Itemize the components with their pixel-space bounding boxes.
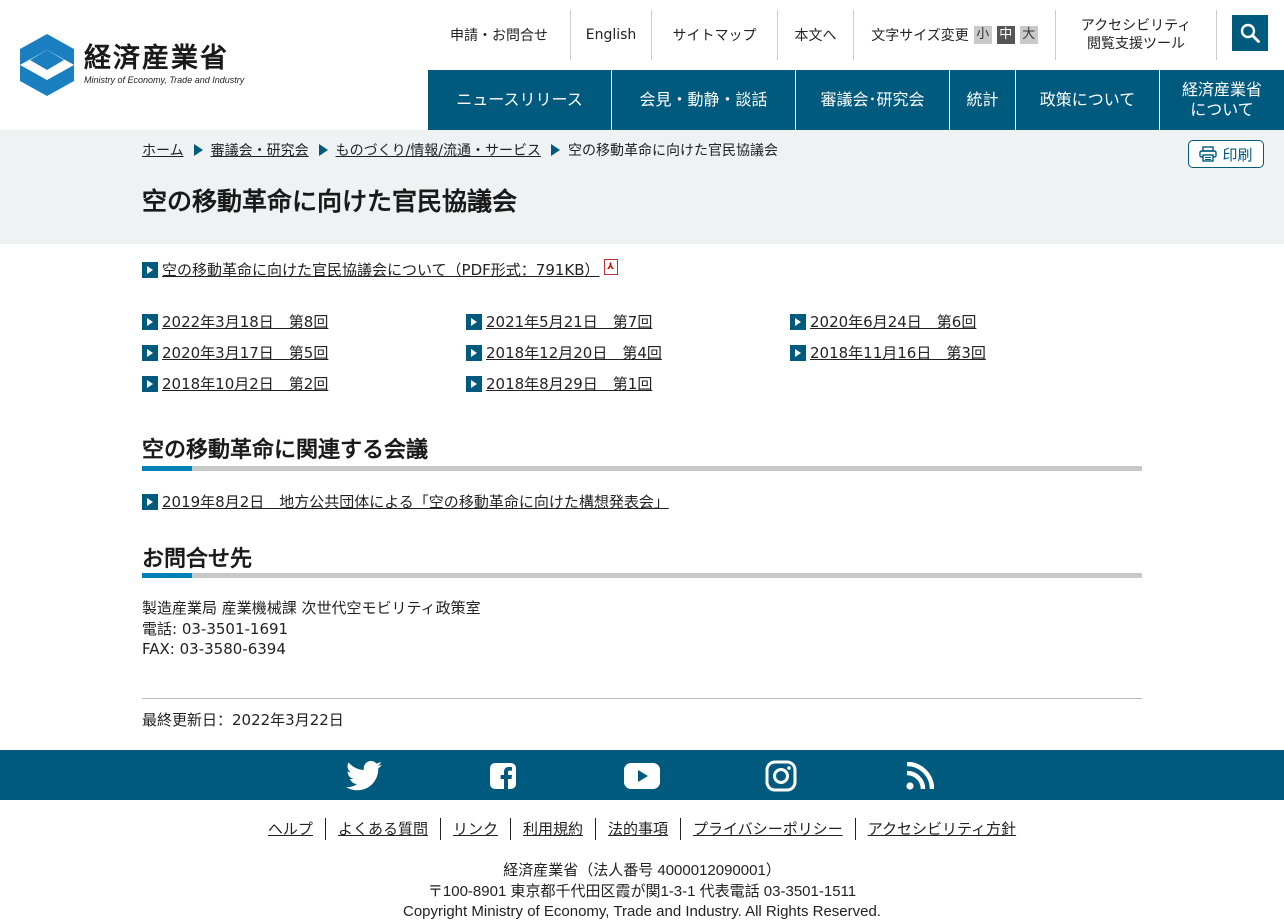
last-updated: 最終更新日：2022年3月22日	[142, 711, 344, 729]
related-link[interactable]: 2019年8月2日 地方公共団体による「空の移動革命に向けた構想発表会」	[162, 491, 669, 512]
meeting-link-1[interactable]: 2018年8月29日 第1回	[486, 373, 652, 394]
footer-link-legal[interactable]: 法的事項	[596, 818, 681, 840]
global-nav: ニュースリリース 会見・動静・談話 審議会･研究会 統計 政策について 経済産業…	[428, 70, 1284, 130]
nav-press-conference[interactable]: 会見・動静・談話	[612, 70, 796, 130]
content-divider	[142, 698, 1142, 699]
meeting-link-8[interactable]: 2022年3月18日 第8回	[162, 311, 328, 332]
related-heading-underline	[142, 466, 1142, 471]
link-arrow-icon	[790, 344, 806, 361]
contact-info: 製造産業局 産業機械課 次世代空モビリティ政策室 電話: 03-3501-169…	[142, 598, 481, 660]
font-size-medium-button[interactable]: 中	[996, 26, 1015, 44]
font-size-small-button[interactable]: 小	[973, 26, 992, 44]
related-heading: 空の移動革命に関連する会議	[142, 438, 429, 463]
twitter-icon[interactable]	[346, 761, 382, 791]
accessibility-tool-link[interactable]: アクセシビリティ 閲覧支援ツール	[1056, 10, 1217, 60]
pdf-icon: ⅄	[603, 258, 618, 275]
footer-link-accessibility[interactable]: アクセシビリティ方針	[856, 818, 1028, 840]
meti-logo[interactable]: 経済産業省 Ministry of Economy, Trade and Ind…	[20, 34, 260, 96]
meeting-item: 2020年3月17日 第5回	[142, 342, 328, 363]
link-arrow-icon	[142, 493, 158, 510]
breadcrumb-manufacturing[interactable]: ものづくり/情報/流通・サービス	[336, 140, 541, 160]
meeting-link-6[interactable]: 2020年6月24日 第6回	[810, 311, 976, 332]
meeting-item: 2018年12月20日 第4回	[466, 342, 662, 363]
search-button[interactable]	[1232, 15, 1268, 51]
link-arrow-icon	[466, 375, 482, 392]
link-arrow-icon	[466, 313, 482, 330]
youtube-icon[interactable]	[624, 761, 660, 791]
sitemap-link[interactable]: サイトマップ	[652, 10, 778, 60]
footer-link-links[interactable]: リンク	[441, 818, 511, 840]
about-pdf-item: 空の移動革命に向けた官民協議会について（PDF形式：791KB） ⅄	[142, 258, 618, 280]
contact-fax: FAX: 03-3580-6394	[142, 640, 286, 658]
font-size-switcher: 文字サイズ変更 小 中 大	[854, 10, 1056, 60]
related-item: 2019年8月2日 地方公共団体による「空の移動革命に向けた構想発表会」	[142, 491, 669, 512]
breadcrumb-home[interactable]: ホーム	[142, 140, 184, 160]
meeting-link-2[interactable]: 2018年10月2日 第2回	[162, 373, 328, 394]
contact-dept: 製造産業局 産業機械課 次世代空モビリティ政策室	[142, 599, 481, 617]
footer-links: ヘルプ よくある質問 リンク 利用規約 法的事項 プライバシーポリシー アクセシ…	[0, 818, 1284, 840]
search-icon	[1240, 23, 1260, 43]
link-arrow-icon	[142, 375, 158, 392]
site-header: 経済産業省 Ministry of Economy, Trade and Ind…	[0, 0, 1284, 130]
facebook-icon[interactable]	[485, 761, 521, 791]
breadcrumb: ホーム 審議会・研究会 ものづくり/情報/流通・サービス 空の移動革命に向けた官…	[142, 140, 778, 160]
footer-link-privacy[interactable]: プライバシーポリシー	[681, 818, 856, 840]
nav-policy[interactable]: 政策について	[1016, 70, 1160, 130]
link-arrow-icon	[142, 344, 158, 361]
nav-councils[interactable]: 審議会･研究会	[796, 70, 950, 130]
logo-japanese: 経済産業省	[84, 43, 229, 74]
breadcrumb-arrow-icon	[193, 144, 203, 156]
meeting-item: 2021年5月21日 第7回	[466, 311, 652, 332]
font-size-large-button[interactable]: 大	[1019, 26, 1038, 44]
footer-link-faq[interactable]: よくある質問	[326, 818, 441, 840]
nav-statistics[interactable]: 統計	[950, 70, 1016, 130]
footer-address: 〒100-8901 東京都千代田区霞が関1-3-1 代表電話 03-3501-1…	[427, 882, 857, 900]
accessibility-line1: アクセシビリティ	[1080, 18, 1192, 34]
footer-link-terms[interactable]: 利用規約	[511, 818, 596, 840]
link-arrow-icon	[142, 261, 158, 278]
english-link[interactable]: English	[571, 10, 652, 60]
meeting-item: 2018年11月16日 第3回	[790, 342, 986, 363]
breadcrumb-current: 空の移動革命に向けた官民協議会	[568, 143, 779, 159]
meeting-link-4[interactable]: 2018年12月20日 第4回	[486, 342, 662, 363]
logo-english: Ministry of Economy, Trade and Industry	[84, 75, 245, 85]
link-arrow-icon	[790, 313, 806, 330]
footer-copyright: Copyright Ministry of Economy, Trade and…	[403, 903, 881, 920]
contact-tel: 電話: 03-3501-1691	[142, 619, 289, 638]
social-bar	[0, 750, 1284, 800]
meeting-link-5[interactable]: 2020年3月17日 第5回	[162, 342, 328, 363]
nav-news-release[interactable]: ニュースリリース	[428, 70, 612, 130]
link-arrow-icon	[142, 313, 158, 330]
meti-logo-mark-icon	[20, 34, 74, 96]
footer-link-help[interactable]: ヘルプ	[256, 818, 326, 840]
footer-info: 経済産業省（法人番号 4000012090001） 〒100-8901 東京都千…	[0, 861, 1284, 921]
font-size-label: 文字サイズ変更	[871, 28, 969, 44]
meeting-link-7[interactable]: 2021年5月21日 第7回	[486, 311, 652, 332]
print-button[interactable]: 印刷	[1188, 140, 1264, 168]
printer-icon	[1199, 146, 1218, 162]
meeting-item: 2022年3月18日 第8回	[142, 311, 328, 332]
nav-about-line2: について	[1190, 100, 1254, 119]
instagram-icon[interactable]	[763, 760, 799, 792]
breadcrumb-councils[interactable]: 審議会・研究会	[211, 140, 309, 160]
contact-heading: お問合せ先	[142, 547, 253, 572]
skip-to-content-link[interactable]: 本文へ	[778, 10, 854, 60]
meeting-item: 2018年8月29日 第1回	[466, 373, 652, 394]
nav-about-meti[interactable]: 経済産業省 について	[1160, 70, 1284, 130]
footer-org: 経済産業省（法人番号 4000012090001）	[503, 862, 781, 879]
page-title: 空の移動革命に向けた官民協議会	[142, 187, 518, 216]
breadcrumb-arrow-icon	[318, 144, 328, 156]
print-label: 印刷	[1222, 145, 1253, 164]
breadcrumb-arrow-icon	[551, 144, 561, 156]
nav-about-line1: 経済産業省	[1181, 80, 1262, 99]
meeting-item: 2018年10月2日 第2回	[142, 373, 328, 394]
accessibility-line2: 閲覧支援ツール	[1087, 36, 1185, 52]
about-pdf-link[interactable]: 空の移動革命に向けた官民協議会について（PDF形式：791KB）	[162, 259, 600, 280]
apply-contact-link[interactable]: 申請・お問合せ	[428, 10, 571, 60]
contact-heading-underline	[142, 573, 1142, 578]
rss-icon[interactable]	[902, 761, 938, 791]
meeting-item: 2020年6月24日 第6回	[790, 311, 976, 332]
meeting-link-3[interactable]: 2018年11月16日 第3回	[810, 342, 986, 363]
link-arrow-icon	[466, 344, 482, 361]
